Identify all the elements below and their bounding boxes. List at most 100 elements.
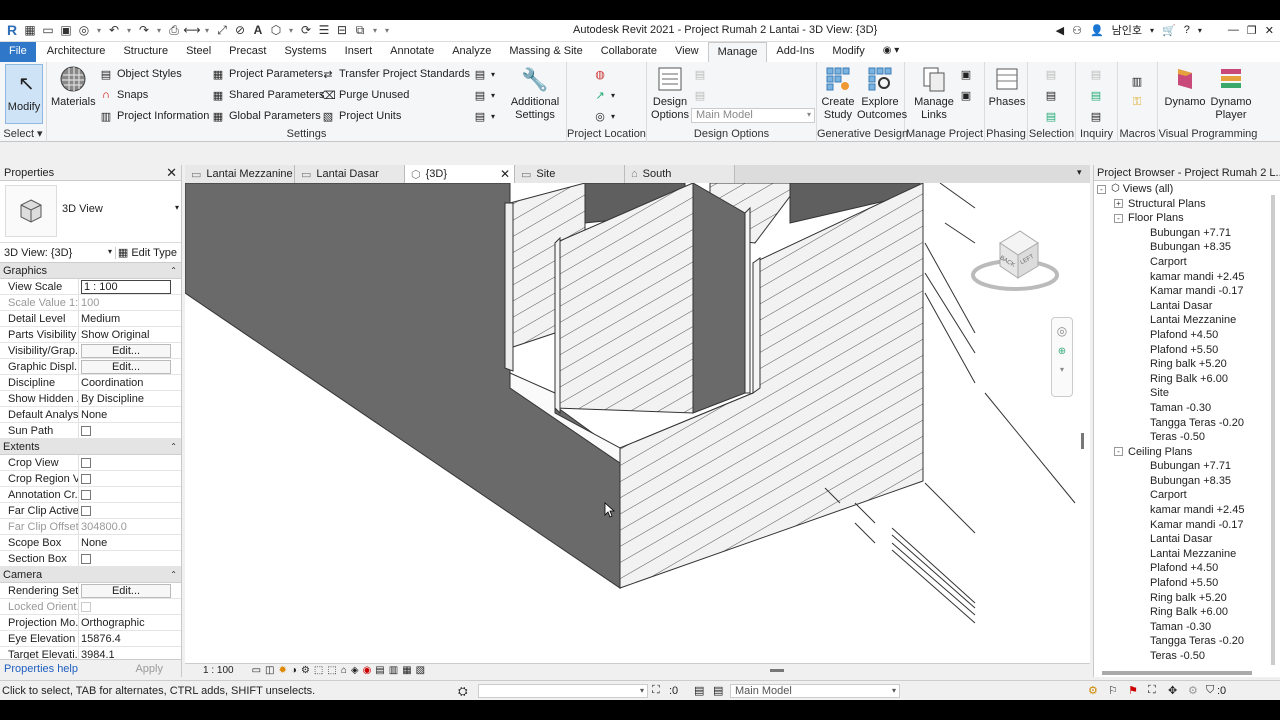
tab-insert[interactable]: Insert bbox=[336, 42, 382, 62]
additional-settings-button[interactable]: 🔧 Additional Settings bbox=[507, 64, 563, 122]
chevron-down-icon[interactable]: ▾ bbox=[1150, 26, 1154, 35]
tree-view-item[interactable]: Kamar mandi -0.17 bbox=[1094, 518, 1280, 533]
close-icon[interactable]: ✕ bbox=[166, 165, 177, 181]
collapse-icon[interactable]: ⌃ bbox=[170, 570, 177, 579]
tree-view-item[interactable]: Taman -0.30 bbox=[1094, 620, 1280, 635]
checkbox[interactable] bbox=[81, 426, 91, 436]
measure-icon[interactable]: ⟷ bbox=[183, 22, 200, 38]
project-information-button[interactable]: ▥ Project Information bbox=[99, 109, 210, 123]
tree-view-item[interactable]: Site bbox=[1094, 386, 1280, 401]
property-input[interactable]: 1 : 100 bbox=[81, 280, 171, 294]
property-value[interactable]: 15876.4 bbox=[81, 633, 121, 645]
tab-systems[interactable]: Systems bbox=[275, 42, 335, 62]
tab-massing-site[interactable]: Massing & Site bbox=[500, 42, 591, 62]
explore-outcomes-button[interactable]: Explore Outcomes bbox=[857, 64, 907, 122]
switch-windows-icon[interactable]: ⧉ bbox=[352, 22, 368, 38]
section-icon[interactable]: ⟳ bbox=[298, 22, 314, 38]
background-processes-icon[interactable]: ⚙ bbox=[1188, 684, 1198, 697]
thin-lines-icon[interactable]: ☰ bbox=[316, 22, 332, 38]
tab-modify[interactable]: Modify bbox=[823, 42, 873, 62]
tree-view-item[interactable]: Ring Balk +6.00 bbox=[1094, 605, 1280, 620]
chevron-down-icon[interactable]: ▾ bbox=[94, 22, 104, 38]
print-icon[interactable]: ⎙ bbox=[166, 22, 182, 38]
property-value[interactable]: Medium bbox=[81, 313, 120, 325]
macro-security-button[interactable]: ⚿ bbox=[1130, 95, 1144, 109]
sun-path-icon[interactable]: ✹ bbox=[279, 665, 287, 676]
dynamo-player-button[interactable]: Dynamo Player bbox=[1208, 64, 1254, 122]
tree-view-item[interactable]: Lantai Mezzanine bbox=[1094, 547, 1280, 562]
filter-icon[interactable]: ⛉ bbox=[1206, 684, 1214, 697]
tree-view-item[interactable]: Teras -0.50 bbox=[1094, 430, 1280, 445]
tree-view-item[interactable]: Plafond +5.50 bbox=[1094, 343, 1280, 358]
steering-wheel-icon[interactable]: ◎ bbox=[1057, 324, 1067, 338]
panel-schedule-button[interactable]: ▤ ▾ bbox=[473, 109, 495, 123]
restore-icon[interactable]: ❐ bbox=[1247, 24, 1257, 37]
chevron-down-icon[interactable]: ▾ bbox=[286, 22, 296, 38]
edit-type-button[interactable]: ▦ Edit Type bbox=[118, 246, 177, 259]
tree-ceiling-plans[interactable]: - Ceiling Plans bbox=[1094, 445, 1280, 460]
section-graphics[interactable]: Graphics ⌃ bbox=[0, 263, 181, 279]
property-value[interactable]: Coordination bbox=[81, 377, 143, 389]
tab-structure[interactable]: Structure bbox=[114, 42, 177, 62]
horizontal-scrollbar[interactable] bbox=[770, 669, 784, 672]
structural-settings-button[interactable]: ▤ ▾ bbox=[473, 67, 495, 81]
tree-view-item[interactable]: Plafond +4.50 bbox=[1094, 328, 1280, 343]
tag-icon[interactable]: ⊘ bbox=[232, 22, 248, 38]
vertical-scrollbar[interactable] bbox=[1081, 433, 1084, 449]
properties-help-link[interactable]: Properties help bbox=[4, 663, 78, 675]
mep-settings-button[interactable]: ▤ ▾ bbox=[473, 88, 495, 102]
tree-view-item[interactable]: Carport bbox=[1094, 488, 1280, 503]
tab-analyze[interactable]: Analyze bbox=[443, 42, 500, 62]
macro-manager-button[interactable]: ▥ bbox=[1130, 74, 1144, 88]
tree-view-item[interactable]: Tangga Teras -0.20 bbox=[1094, 634, 1280, 649]
crop-region-icon[interactable]: ⬚ bbox=[327, 665, 336, 676]
close-hidden-icon[interactable]: ⊟ bbox=[334, 22, 350, 38]
checkbox[interactable] bbox=[81, 554, 91, 564]
edit-button[interactable]: Edit... bbox=[81, 344, 171, 358]
tree-view-item[interactable]: Ring balk +5.20 bbox=[1094, 591, 1280, 606]
text-icon[interactable]: A bbox=[250, 22, 266, 38]
expand-icon[interactable]: + bbox=[1114, 199, 1123, 209]
tree-view-item[interactable]: Bubungan +8.35 bbox=[1094, 474, 1280, 489]
checkbox[interactable] bbox=[81, 490, 91, 500]
object-styles-button[interactable]: ▤ Object Styles bbox=[99, 67, 182, 81]
help-icon[interactable]: ? bbox=[1184, 24, 1190, 36]
phases-button[interactable]: Phases bbox=[987, 64, 1027, 109]
tree-view-item[interactable]: Lantai Dasar bbox=[1094, 532, 1280, 547]
project-parameters-button[interactable]: ▦ Project Parameters bbox=[211, 67, 323, 81]
chevron-down-icon[interactable]: ▾ bbox=[202, 22, 212, 38]
tab-annotate[interactable]: Annotate bbox=[381, 42, 443, 62]
tree-view-item[interactable]: Teras -0.50 bbox=[1094, 649, 1280, 664]
view-tab[interactable]: ▭ Lantai Dasar bbox=[295, 165, 405, 183]
design-options-button[interactable]: Design Options bbox=[649, 64, 691, 122]
tab-manage[interactable]: Manage bbox=[707, 42, 768, 62]
select-panel-title[interactable]: Select ▾ bbox=[0, 127, 46, 140]
section-camera[interactable]: Camera ⌃ bbox=[0, 567, 181, 583]
location-button[interactable]: ◍ bbox=[593, 67, 607, 81]
view-tab[interactable]: ▭ Site bbox=[515, 165, 625, 183]
create-study-button[interactable]: Create Study bbox=[819, 64, 857, 122]
warnings-button[interactable]: ▤ bbox=[1089, 109, 1103, 123]
collapse-icon[interactable]: - bbox=[1097, 184, 1106, 194]
browser-scrollbar[interactable] bbox=[1271, 195, 1275, 665]
editable-only-icon[interactable]: ⛶ bbox=[652, 684, 660, 697]
chevron-down-icon[interactable]: ▾ bbox=[1198, 26, 1202, 35]
home-icon[interactable]: ▦ bbox=[22, 22, 38, 38]
checkbox[interactable] bbox=[81, 474, 91, 484]
tree-view-item[interactable]: kamar mandi +2.45 bbox=[1094, 503, 1280, 518]
type-selector[interactable]: 3D View ▾ bbox=[0, 181, 181, 243]
reveal-hidden-icon[interactable]: ◉ bbox=[363, 665, 372, 676]
position-button[interactable]: ◎ ▾ bbox=[593, 109, 615, 123]
cart-icon[interactable]: 🛒 bbox=[1162, 24, 1176, 37]
tree-view-item[interactable]: Ring Balk +6.00 bbox=[1094, 372, 1280, 387]
highlight-displacement-icon[interactable]: ▧ bbox=[416, 665, 425, 676]
property-value[interactable]: By Discipline bbox=[81, 393, 144, 405]
checkbox[interactable] bbox=[81, 458, 91, 468]
tree-views-all[interactable]: - ⬡ Views (all) bbox=[1094, 182, 1280, 197]
tree-view-item[interactable]: Taman -0.30 bbox=[1094, 401, 1280, 416]
property-value[interactable]: Orthographic bbox=[81, 617, 145, 629]
tree-view-item[interactable]: Lantai Mezzanine bbox=[1094, 313, 1280, 328]
user-icon[interactable]: 👤 bbox=[1090, 24, 1104, 37]
snaps-button[interactable]: ∩ Snaps bbox=[99, 88, 148, 102]
chevron-down-icon[interactable]: ▾ bbox=[1060, 365, 1064, 374]
